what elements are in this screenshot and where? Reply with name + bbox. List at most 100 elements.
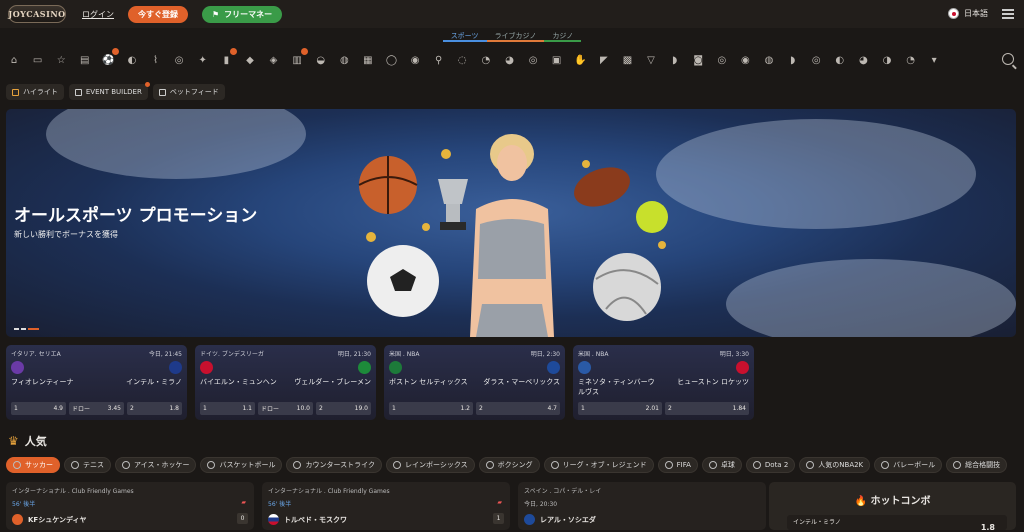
favorites-icon[interactable]: ☆ (53, 52, 69, 68)
login-link[interactable]: ログイン (82, 9, 114, 20)
filter-7[interactable]: リーグ・オブ・レジェンド (543, 457, 654, 473)
mma-icon[interactable]: ✋ (572, 52, 588, 68)
cricket-icon[interactable]: ⚲ (431, 52, 447, 68)
home-team: バイエルン・ミュンヘン (200, 378, 277, 386)
sport-icon (708, 461, 717, 469)
hot-combo-item[interactable]: インテル・ミラノ 1.8 (787, 515, 1007, 532)
filter-5[interactable]: レインボーシックス (385, 457, 475, 473)
filter-12[interactable]: バレーボール (874, 457, 943, 473)
more-icon[interactable]: ▾ (926, 52, 942, 68)
match-card[interactable]: 米国 . NBA 明日, 2:30 ボストン セルティックス ダラス・マーベリックス… (384, 345, 565, 420)
racing-icon[interactable]: ◑ (879, 52, 895, 68)
cycling-icon[interactable]: ◉ (737, 52, 753, 68)
filter-2[interactable]: アイス・ホッケー (115, 457, 197, 473)
counter-strike-icon[interactable]: ✦ (195, 52, 211, 68)
home-team: ミネソタ・ティンバーウルヴス (578, 378, 655, 396)
dota2-icon[interactable]: ◍ (336, 52, 352, 68)
rainbow-six-icon[interactable]: ▮ (218, 48, 238, 68)
filter-label: サッカー (25, 461, 53, 469)
baseball-icon[interactable]: ◌ (454, 52, 470, 68)
highlights-chip[interactable]: ハイライト (6, 84, 64, 100)
nba2k-icon[interactable]: ▦ (360, 52, 376, 68)
filter-9[interactable]: 卓球 (701, 457, 742, 473)
filter-8[interactable]: FIFA (657, 457, 698, 473)
promo-banner[interactable]: オールスポーツ プロモーション 新しい勝利でボーナスを獲得 (6, 109, 1016, 337)
home-icon[interactable]: ⌂ (6, 52, 22, 68)
valorant-icon[interactable]: ▽ (643, 52, 659, 68)
basketball-icon[interactable]: ◎ (171, 52, 187, 68)
tennis-icon[interactable]: ◐ (124, 52, 140, 68)
lol-icon[interactable]: ◈ (266, 52, 282, 68)
carousel-dots[interactable] (14, 328, 39, 330)
odd-button[interactable]: 2 4.7 (476, 402, 560, 415)
beach-volleyball-icon[interactable]: ◗ (785, 52, 801, 68)
register-button[interactable]: 今すぐ登録 (128, 5, 188, 23)
volleyball-icon[interactable]: ◯ (384, 52, 400, 68)
tab-sports[interactable]: スポーツ (442, 28, 487, 42)
filter-10[interactable]: Dota 2 (745, 457, 796, 473)
soccer-icon[interactable]: ⚽ (100, 48, 120, 68)
highlights-label: ハイライト (23, 88, 58, 96)
bet-feed-chip[interactable]: ベットフィード (152, 84, 225, 100)
hot-combo-panel: 🔥 ホットコンボ インテル・ミラノ 1.8 (769, 482, 1016, 532)
hockey-icon[interactable]: ⌇ (148, 52, 164, 68)
fifa-icon-2[interactable]: ▣ (549, 52, 565, 68)
game-card[interactable]: インターナショナル . Club Friendly Games 56' 後半 ▰… (262, 482, 510, 530)
odd-button[interactable]: ドロー 10.0 (258, 402, 313, 415)
american-football-icon[interactable]: ◎ (714, 52, 730, 68)
field-hockey-icon[interactable]: ◔ (903, 52, 919, 68)
tab-live-casino[interactable]: ライブカジノ (486, 28, 545, 42)
filter-label: Dota 2 (764, 461, 789, 469)
fifa-penalty-icon[interactable]: ▩ (619, 52, 635, 68)
darts-icon[interactable]: ◎ (525, 52, 541, 68)
odd-button[interactable]: 1 1.2 (389, 402, 473, 415)
filter-0[interactable]: サッカー (6, 457, 60, 473)
boxing-icon[interactable]: ◆ (242, 52, 258, 68)
golf-icon[interactable]: ◐ (832, 52, 848, 68)
tab-casino[interactable]: カジノ (544, 28, 582, 42)
team-logo (200, 361, 213, 374)
free-money-button[interactable]: ⚑ フリーマネー (202, 5, 283, 23)
odd-button[interactable]: 2 19.0 (316, 402, 371, 415)
match-card[interactable]: ドイツ. ブンデスリーガ 明日, 21:30 バイエルン・ミュンヘン ヴェルダー・ブ… (195, 345, 376, 420)
esports-icon[interactable]: ◉ (407, 52, 423, 68)
filter-3[interactable]: バスケットボール (200, 457, 283, 473)
odd-button[interactable]: 2 1.8 (127, 402, 182, 415)
odd-button[interactable]: 1 4.9 (11, 402, 66, 415)
odd-button[interactable]: 1 1.1 (200, 402, 255, 415)
filter-4[interactable]: カウンターストライク (286, 457, 382, 473)
match-card[interactable]: イタリア. セリエA 今日, 21:45 フィオレンティーナ インテル・ミラノ 14… (6, 345, 187, 420)
match-card[interactable]: 米国 . NBA 明日, 3:30 ミネソタ・ティンバーウルヴス ヒューストン ロケ… (573, 345, 754, 420)
coupon-icon[interactable]: ▤ (77, 52, 93, 68)
handball-icon[interactable]: ◔ (478, 52, 494, 68)
event-builder-chip[interactable]: EVENT BUILDER (68, 82, 150, 100)
nfl-icon[interactable]: ◙ (690, 52, 706, 68)
game-card[interactable]: インターナショナル . Club Friendly Games 56' 後半 ▰… (6, 482, 254, 530)
language-selector[interactable]: 日本語 (948, 8, 988, 19)
menu-icon[interactable] (1002, 9, 1014, 19)
popular-section-title: ♛ 人気 (8, 433, 47, 449)
billiards-icon[interactable]: ◕ (855, 52, 871, 68)
joycasino-logo[interactable]: JOYCASINO (8, 5, 66, 23)
rugby-icon[interactable]: ◍ (761, 52, 777, 68)
filter-6[interactable]: ボクシング (478, 457, 540, 473)
sport-icon (806, 461, 815, 469)
filter-label: 人気のNBA2K (818, 461, 864, 469)
odd-button[interactable]: ドロー 3.45 (69, 402, 124, 415)
fifa-icon[interactable]: ▥ (289, 48, 309, 68)
nhl-icon[interactable]: ◗ (667, 52, 683, 68)
filter-13[interactable]: 総合格闘技 (946, 457, 1008, 473)
snooker-icon[interactable]: ◎ (808, 52, 824, 68)
filter-1[interactable]: テニス (64, 457, 111, 473)
odd-button[interactable]: 2 1.84 (665, 402, 749, 415)
badminton-icon[interactable]: ◕ (501, 52, 517, 68)
search-icon[interactable] (1002, 53, 1014, 65)
away-team: ヒューストン ロケッツ (677, 378, 749, 386)
live-icon[interactable]: ▭ (30, 52, 46, 68)
filter-11[interactable]: 人気のNBA2K (799, 457, 871, 473)
sport-icon (550, 461, 559, 469)
table-tennis-icon[interactable]: ◒ (313, 52, 329, 68)
nba-icon[interactable]: ◤ (596, 52, 612, 68)
odd-button[interactable]: 1 2.01 (578, 402, 662, 415)
game-card[interactable]: スペイン . コパ・デル・レイ 今日, 20:30 レアル・ソシエダ (518, 482, 766, 530)
